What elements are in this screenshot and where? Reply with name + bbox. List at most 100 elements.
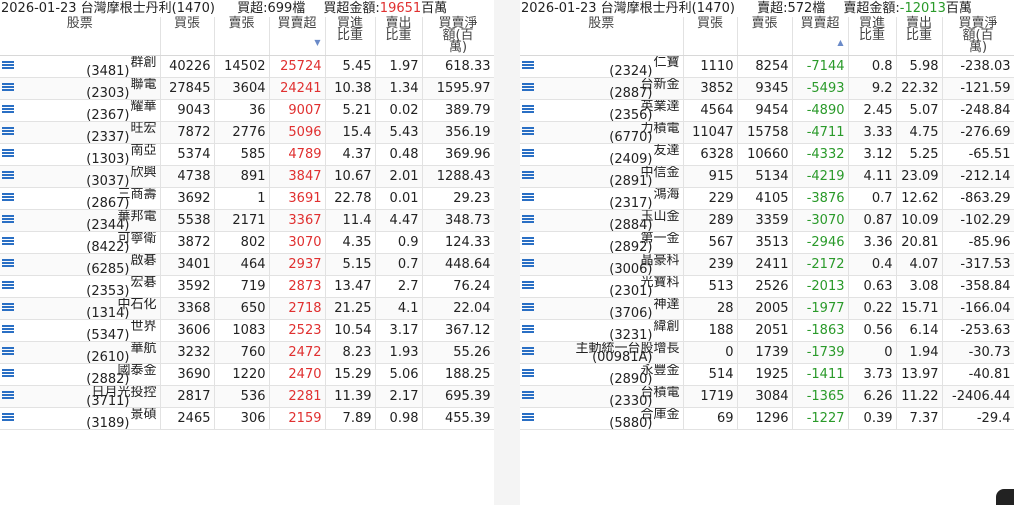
list-icon[interactable]: [522, 149, 534, 158]
list-icon[interactable]: [522, 325, 534, 334]
stock-cell[interactable]: 聯電 (2303): [0, 77, 161, 100]
stock-name[interactable]: 華航: [130, 342, 156, 355]
col-buy-ratio[interactable]: 買進比重: [848, 17, 897, 56]
stock-cell[interactable]: 啟碁 (6285): [0, 253, 161, 276]
stock-name[interactable]: 南亞: [130, 144, 156, 157]
table-row[interactable]: 玉山金 (2884) 289 3359 -3070 0.87 10.09 -102.29: [520, 209, 1014, 232]
stock-cell[interactable]: 緯創 (3231): [520, 319, 684, 342]
list-icon[interactable]: [522, 193, 534, 202]
stock-cell[interactable]: 第一金 (2892): [520, 231, 684, 254]
stock-cell[interactable]: 合庫金 (5880): [520, 407, 684, 430]
list-icon[interactable]: [2, 413, 14, 422]
stock-cell[interactable]: 華邦電 (2344): [0, 209, 161, 232]
col-net-amount[interactable]: 買賣淨額(百萬): [422, 17, 494, 56]
table-row[interactable]: 聯電 (2303) 27845 3604 24241 10.38 1.34 1595.97: [0, 77, 494, 100]
stock-cell[interactable]: 鴻海 (2317): [520, 187, 684, 210]
table-row[interactable]: 仁寶 (2324) 1110 8254 -7144 0.8 5.98 -238.03: [520, 55, 1014, 78]
stock-name[interactable]: 聯電: [130, 78, 156, 91]
list-icon[interactable]: [522, 83, 534, 92]
table-row[interactable]: 台新金 (2887) 3852 9345 -5493 9.2 22.32 -121.59: [520, 77, 1014, 100]
table-row[interactable]: 世界 (5347) 3606 1083 2523 10.54 3.17 367.12: [0, 319, 494, 342]
list-icon[interactable]: [2, 391, 14, 400]
col-buy[interactable]: 買張: [683, 17, 738, 56]
table-row[interactable]: 啟碁 (6285) 3401 464 2937 5.15 0.7 448.64: [0, 253, 494, 276]
table-row[interactable]: 三商壽 (2867) 3692 1 3691 22.78 0.01 29.23: [0, 187, 494, 210]
col-buy[interactable]: 買張: [160, 17, 215, 56]
table-row[interactable]: 日月光投控 (3711) 2817 536 2281 11.39 2.17 695.39: [0, 385, 494, 408]
list-icon[interactable]: [2, 193, 14, 202]
list-icon[interactable]: [522, 369, 534, 378]
list-icon[interactable]: [2, 171, 14, 180]
stock-name[interactable]: 景碩: [130, 408, 156, 421]
table-row[interactable]: 友達 (2409) 6328 10660 -4332 3.12 5.25 -65.51: [520, 143, 1014, 166]
scroll-handle[interactable]: [996, 489, 1014, 505]
table-row[interactable]: 群創 (3481) 40226 14502 25724 5.45 1.97 618.33: [0, 55, 494, 78]
stock-cell[interactable]: 晶豪科 (3006): [520, 253, 684, 276]
col-net[interactable]: 買賣超 ▼: [269, 17, 326, 56]
list-icon[interactable]: [2, 215, 14, 224]
stock-cell[interactable]: 中信金 (2891): [520, 165, 684, 188]
table-row[interactable]: 合庫金 (5880) 69 1296 -1227 0.39 7.37 -29.4: [520, 407, 1014, 430]
stock-cell[interactable]: 主動統一台股增長 (00981A): [520, 341, 684, 364]
stock-name[interactable]: 鴻海: [653, 188, 679, 201]
col-sell[interactable]: 賣張: [214, 17, 270, 56]
stock-name[interactable]: 神達: [653, 298, 679, 311]
stock-cell[interactable]: 仁寶 (2324): [520, 55, 684, 78]
stock-name[interactable]: 友達: [653, 144, 679, 157]
table-row[interactable]: 台積電 (2330) 1719 3084 -1365 6.26 11.22 -2406.44: [520, 385, 1014, 408]
list-icon[interactable]: [522, 303, 534, 312]
list-icon[interactable]: [522, 105, 534, 114]
list-icon[interactable]: [522, 127, 534, 136]
stock-name[interactable]: 仁寶: [653, 56, 679, 69]
col-net-amount[interactable]: 買賣淨額(百萬): [942, 17, 1014, 56]
table-row[interactable]: 旺宏 (2337) 7872 2776 5096 15.4 5.43 356.19: [0, 121, 494, 144]
stock-name[interactable]: 世界: [130, 320, 156, 333]
table-row[interactable]: 南亞 (1303) 5374 585 4789 4.37 0.48 369.96: [0, 143, 494, 166]
col-stock[interactable]: 股票: [0, 17, 161, 56]
list-icon[interactable]: [522, 215, 534, 224]
list-icon[interactable]: [522, 259, 534, 268]
table-row[interactable]: 華航 (2610) 3232 760 2472 8.23 1.93 55.26: [0, 341, 494, 364]
list-icon[interactable]: [2, 325, 14, 334]
table-row[interactable]: 永豐金 (2890) 514 1925 -1411 3.73 13.97 -40.81: [520, 363, 1014, 386]
list-icon[interactable]: [522, 171, 534, 180]
stock-cell[interactable]: 力積電 (6770): [520, 121, 684, 144]
stock-cell[interactable]: 南亞 (1303): [0, 143, 161, 166]
list-icon[interactable]: [522, 391, 534, 400]
list-icon[interactable]: [2, 83, 14, 92]
stock-cell[interactable]: 景碩 (3189): [0, 407, 161, 430]
table-row[interactable]: 鴻海 (2317) 229 4105 -3876 0.7 12.62 -863.29: [520, 187, 1014, 210]
stock-cell[interactable]: 三商壽 (2867): [0, 187, 161, 210]
table-row[interactable]: 耀華 (2367) 9043 36 9007 5.21 0.02 389.79: [0, 99, 494, 122]
col-stock[interactable]: 股票: [520, 17, 684, 56]
table-row[interactable]: 神達 (3706) 28 2005 -1977 0.22 15.71 -166.04: [520, 297, 1014, 320]
stock-cell[interactable]: 宏碁 (2353): [0, 275, 161, 298]
list-icon[interactable]: [522, 413, 534, 422]
table-row[interactable]: 欣興 (3037) 4738 891 3847 10.67 2.01 1288.43: [0, 165, 494, 188]
table-row[interactable]: 緯創 (3231) 188 2051 -1863 0.56 6.14 -253.63: [520, 319, 1014, 342]
col-net[interactable]: 買賣超 ▲: [792, 17, 849, 56]
stock-cell[interactable]: 耀華 (2367): [0, 99, 161, 122]
stock-cell[interactable]: 世界 (5347): [0, 319, 161, 342]
list-icon[interactable]: [2, 127, 14, 136]
table-row[interactable]: 宏碁 (2353) 3592 719 2873 13.47 2.7 76.24: [0, 275, 494, 298]
table-row[interactable]: 中信金 (2891) 915 5134 -4219 4.11 23.09 -212.14: [520, 165, 1014, 188]
list-icon[interactable]: [522, 347, 534, 356]
table-row[interactable]: 國泰金 (2882) 3690 1220 2470 15.29 5.06 188.25: [0, 363, 494, 386]
stock-cell[interactable]: 玉山金 (2884): [520, 209, 684, 232]
stock-cell[interactable]: 英業達 (2356): [520, 99, 684, 122]
list-icon[interactable]: [2, 149, 14, 158]
col-sell-ratio[interactable]: 賣出比重: [375, 17, 423, 56]
stock-name[interactable]: 宏碁: [130, 276, 156, 289]
stock-name[interactable]: 緯創: [653, 320, 679, 333]
stock-name[interactable]: 群創: [130, 56, 156, 69]
list-icon[interactable]: [2, 347, 14, 356]
table-row[interactable]: 華邦電 (2344) 5538 2171 3367 11.4 4.47 348.73: [0, 209, 494, 232]
stock-cell[interactable]: 中石化 (1314): [0, 297, 161, 320]
list-icon[interactable]: [2, 369, 14, 378]
stock-cell[interactable]: 光寶科 (2301): [520, 275, 684, 298]
col-buy-ratio[interactable]: 買進比重: [325, 17, 376, 56]
stock-cell[interactable]: 國泰金 (2882): [0, 363, 161, 386]
list-icon[interactable]: [2, 259, 14, 268]
list-icon[interactable]: [2, 61, 14, 70]
